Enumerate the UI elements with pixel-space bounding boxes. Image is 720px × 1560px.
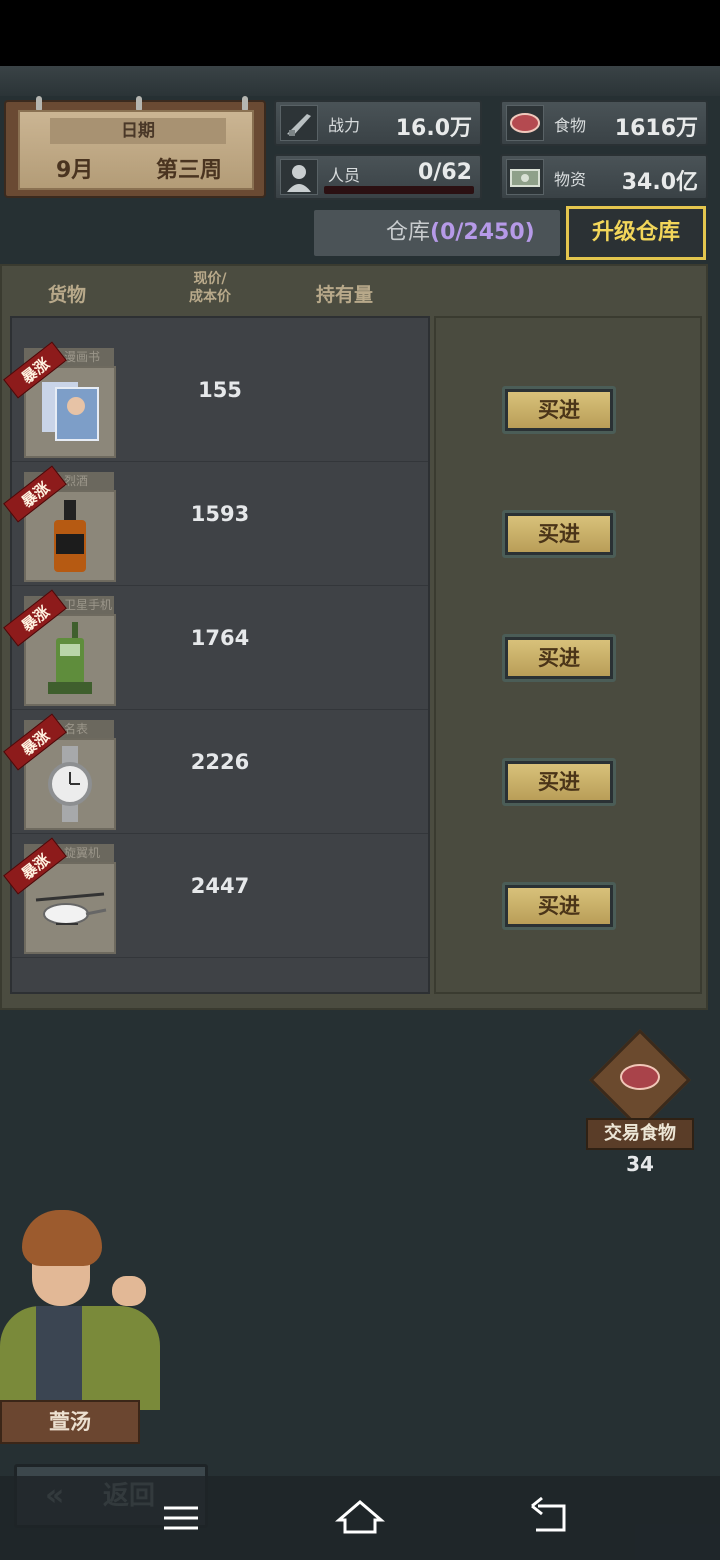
stat-supplies-value: 34.0亿 [621,170,698,195]
goods-price: 1593 [190,502,250,526]
npc-portrait [0,1210,170,1410]
column-goods: 货物 [48,284,87,306]
stat-power: 战力 16.0万 [274,100,482,146]
system-nav-bar [0,1476,720,1560]
action-list: 买进 买进 买进 买进 买进 [434,316,702,994]
trade-food-label: 交易食物 [586,1118,694,1150]
rifle-icon [280,105,318,141]
buy-button-label: 买进 [508,888,610,924]
date-week: 第三周 [156,158,223,183]
goods-price: 2226 [190,750,250,774]
date-paper: 日期 9月 第三周 [18,110,254,190]
stat-personnel: 人员 0/62 [274,154,482,200]
back-nav-icon[interactable] [524,1494,574,1540]
stat-food-label: 食物 [554,116,587,135]
warehouse-capacity: 仓库(0/2450) [314,210,560,256]
stat-food-value: 1616万 [614,116,698,141]
buy-button-label: 买进 [508,516,610,552]
warehouse-open-paren: ( [430,220,441,245]
buy-button[interactable]: 买进 [502,758,616,806]
stat-power-label: 战力 [328,116,361,135]
steak-icon [506,105,544,141]
stat-personnel-value: 0/62 [418,160,472,185]
column-price-line1: 现价/ [193,271,227,287]
cash-icon [506,159,544,195]
steak-icon [620,1064,660,1090]
personnel-bar [324,186,474,194]
warehouse-count: 0/2450 [440,220,525,245]
npc-name: 萱汤 [0,1400,140,1444]
buy-button[interactable]: 买进 [502,510,616,558]
date-month: 9月 [56,158,94,183]
stat-personnel-label: 人员 [328,166,361,185]
goods-row[interactable]: 旋翼机 暴涨 2447 [3,834,428,958]
goods-price: 155 [198,378,242,402]
npc-hand [112,1276,146,1306]
market-panel: 货物 现价/ 成本价 持有量 漫画书 暴涨 155 烈酒 暴涨 1593 卫星手… [0,264,708,1010]
stat-supplies-label: 物资 [554,170,587,189]
goods-row[interactable]: 名表 暴涨 2226 [3,710,428,834]
buy-button[interactable]: 买进 [502,386,616,434]
column-price-line2: 成本价 [189,289,231,305]
person-icon [280,159,318,195]
goods-row[interactable]: 漫画书 暴涨 155 [3,338,428,462]
goods-list: 漫画书 暴涨 155 烈酒 暴涨 1593 卫星手机 暴涨 1764 名表 暴涨… [3,316,430,994]
status-bar [0,0,720,66]
game-screen: 日期 9月 第三周 战力 16.0万 食物 1616万 人员 0/62 物资 3… [0,0,720,1560]
buy-button-label: 买进 [508,764,610,800]
trade-food-button[interactable]: 交易食物 34 [586,1029,694,1184]
goods-price: 2447 [190,874,250,898]
stat-power-value: 16.0万 [395,116,472,141]
buy-button[interactable]: 买进 [502,634,616,682]
upgrade-warehouse-button[interactable]: 升级仓库 [566,206,706,260]
trade-food-count: 34 [626,1152,654,1176]
goods-row[interactable]: 卫星手机 暴涨 1764 [3,586,428,710]
buy-button-label: 买进 [508,392,610,428]
npc-shirt [36,1306,82,1410]
buy-button[interactable]: 买进 [502,882,616,930]
buy-button-label: 买进 [508,640,610,676]
date-title: 日期 [50,118,226,144]
menu-icon[interactable] [156,1494,206,1540]
goods-price: 1764 [190,626,250,650]
goods-row[interactable]: 烈酒 暴涨 1593 [3,462,428,586]
top-strip [0,66,720,96]
column-price: 现价/ 成本价 [180,270,240,306]
stat-food: 食物 1616万 [500,100,708,146]
warehouse-label: 仓库 [386,220,431,245]
stat-supplies: 物资 34.0亿 [500,154,708,200]
home-icon[interactable] [334,1494,386,1540]
npc-hair [22,1210,102,1266]
warehouse-close-paren: ) [524,220,535,245]
column-holding: 持有量 [316,284,374,306]
date-card: 日期 9月 第三周 [4,96,266,198]
